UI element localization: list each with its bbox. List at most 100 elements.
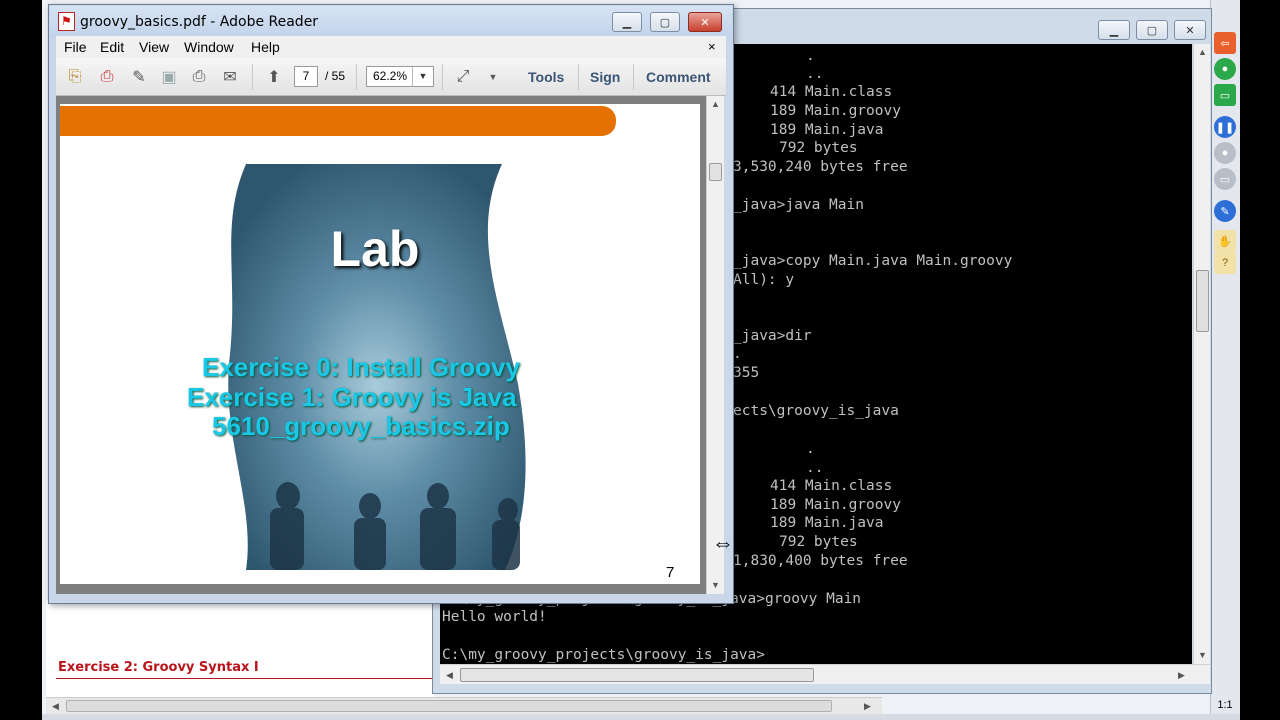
- pdf-file-icon: ⚑: [58, 12, 75, 31]
- console-line: .: [806, 48, 815, 64]
- browser-page-content: [46, 600, 434, 698]
- scroll-left-arrow-icon[interactable]: ◀: [446, 670, 453, 681]
- console-line: 189 Main.groovy: [770, 103, 901, 119]
- slide-title: Lab: [330, 221, 420, 277]
- minimize-icon[interactable]: ▁: [612, 12, 642, 32]
- scroll-right-arrow-icon[interactable]: ▶: [1178, 670, 1185, 681]
- print-icon[interactable]: ⎙: [188, 66, 210, 88]
- status-bar: [42, 714, 1240, 720]
- console-line: _java>copy Main.java Main.groovy: [733, 253, 1013, 269]
- menu-view[interactable]: View: [139, 39, 169, 55]
- chevron-down-icon[interactable]: ▼: [412, 67, 433, 86]
- exercise-link-divider: [56, 678, 432, 679]
- console-window-controls: ▁ ▢ ✕: [1098, 20, 1208, 42]
- page-total-label: / 55: [325, 69, 346, 83]
- close-icon[interactable]: ✕: [688, 12, 722, 32]
- console-line: 414 Main.class: [770, 478, 893, 494]
- scrollbar-thumb[interactable]: [1196, 270, 1209, 332]
- create-pdf-icon[interactable]: ⎙: [96, 66, 118, 88]
- scroll-left-arrow-icon[interactable]: ◀: [52, 701, 59, 712]
- close-document-icon[interactable]: ×: [708, 39, 716, 54]
- slide-line-exercise-1: Exercise 1: Groovy is Java: [187, 382, 517, 412]
- console-line: 414 Main.class: [770, 84, 893, 100]
- maximize-icon[interactable]: ▢: [1136, 20, 1168, 40]
- console-line: 189 Main.java: [770, 515, 884, 531]
- disabled-tool-icon: ●: [1214, 142, 1236, 164]
- screen-share-icon[interactable]: ▭: [1214, 84, 1236, 106]
- console-line: .: [806, 441, 815, 457]
- menu-file[interactable]: File: [64, 39, 87, 55]
- scroll-down-arrow-icon[interactable]: ▼: [711, 580, 720, 590]
- toolbar-separator: [442, 64, 443, 90]
- sign-button[interactable]: Sign: [590, 69, 620, 85]
- slide-page-number: 7: [666, 564, 675, 581]
- console-line: .: [733, 346, 742, 362]
- slide-line-exercise-0: Exercise 0: Install Groovy: [202, 352, 520, 382]
- email-icon[interactable]: ✉: [219, 66, 241, 88]
- console-line: ects\groovy_is_java: [733, 403, 899, 419]
- menu-window[interactable]: Window: [184, 39, 234, 55]
- fit-page-icon[interactable]: ⤢: [452, 66, 474, 88]
- scrollbar-thumb[interactable]: [66, 700, 832, 712]
- fit-options-dropdown-icon[interactable]: ▼: [482, 66, 504, 88]
- hand-icon[interactable]: ✋: [1214, 230, 1236, 252]
- reader-vertical-scrollbar[interactable]: ▲ ▼: [706, 96, 724, 594]
- console-line: _java>dir: [733, 328, 812, 344]
- console-line: ..: [806, 66, 824, 82]
- menu-help[interactable]: Help: [251, 39, 280, 55]
- console-horizontal-scrollbar[interactable]: ◀ ▶: [440, 664, 1210, 684]
- console-line: 3,530,240 bytes free: [733, 159, 908, 175]
- window-title: groovy_basics.pdf - Adobe Reader: [80, 14, 319, 30]
- maximize-icon[interactable]: ▢: [650, 12, 680, 32]
- page-number-input[interactable]: 7: [294, 66, 318, 87]
- toolbar-separator: [252, 64, 253, 90]
- console-line: All): y: [733, 272, 795, 288]
- resize-cursor-icon: ⇔: [712, 530, 734, 555]
- console-line: 355: [733, 365, 760, 381]
- open-file-icon[interactable]: ⎘: [64, 66, 86, 88]
- pen-icon[interactable]: ✎: [1214, 200, 1236, 222]
- tools-button[interactable]: Tools: [528, 69, 564, 85]
- toolbar-separator: [356, 64, 357, 90]
- scroll-up-arrow-icon[interactable]: ▲: [711, 99, 720, 109]
- save-icon[interactable]: ▣: [158, 66, 180, 88]
- slide-header-bar: [60, 106, 616, 136]
- browser-side-toolbar: ⇦ ● ▭ ❚❚ ● ▭ ✎ ✋ ?: [1212, 30, 1238, 290]
- scrollbar-thumb[interactable]: [460, 668, 814, 682]
- browser-horizontal-scrollbar[interactable]: ◀ ▶: [46, 697, 882, 714]
- minimize-icon[interactable]: ▁: [1098, 20, 1130, 40]
- pdf-page: [60, 104, 700, 584]
- console-line: Hello world!: [442, 609, 547, 625]
- microphone-icon[interactable]: ●: [1214, 58, 1236, 80]
- console-line: ..: [806, 460, 824, 476]
- menu-edit[interactable]: Edit: [100, 39, 124, 55]
- console-line: _java>java Main: [733, 197, 864, 213]
- toolbar-separator: [578, 64, 579, 90]
- slide-line-zip-file: 5610_groovy_basics.zip: [212, 411, 510, 441]
- previous-page-icon[interactable]: ⬆: [263, 66, 285, 88]
- edit-pdf-icon[interactable]: ✎: [128, 66, 150, 88]
- comment-button[interactable]: Comment: [646, 69, 711, 85]
- console-line: 1,830,400 bytes free: [733, 553, 908, 569]
- console-line: 792 bytes: [779, 140, 858, 156]
- back-arrow-icon[interactable]: ⇦: [1214, 32, 1236, 54]
- pause-icon[interactable]: ❚❚: [1214, 116, 1236, 138]
- console-line: 189 Main.java: [770, 122, 884, 138]
- menu-bar: File Edit View Window Help: [56, 36, 726, 58]
- scroll-up-arrow-icon[interactable]: ▲: [1198, 47, 1207, 57]
- console-vertical-scrollbar[interactable]: ▲ ▼: [1193, 44, 1210, 664]
- console-line: 189 Main.groovy: [770, 497, 901, 513]
- zoom-ratio-label: 1:1: [1217, 699, 1233, 711]
- monitor-icon: ▭: [1214, 168, 1236, 190]
- slide-wave-graphic: [228, 164, 526, 570]
- reader-window-controls: ▁ ▢ ✕: [612, 12, 724, 32]
- scroll-down-arrow-icon[interactable]: ▼: [1198, 650, 1207, 660]
- console-line: 792 bytes: [779, 534, 858, 550]
- help-icon[interactable]: ?: [1214, 252, 1236, 274]
- toolbar-separator: [633, 64, 634, 90]
- exercise-2-link[interactable]: Exercise 2: Groovy Syntax I: [58, 660, 259, 675]
- scrollbar-thumb[interactable]: [709, 163, 722, 181]
- console-prompt-line: C:\my_groovy_projects\groovy_is_java>: [442, 647, 766, 663]
- close-icon[interactable]: ✕: [1174, 20, 1206, 40]
- scroll-right-arrow-icon[interactable]: ▶: [864, 701, 871, 712]
